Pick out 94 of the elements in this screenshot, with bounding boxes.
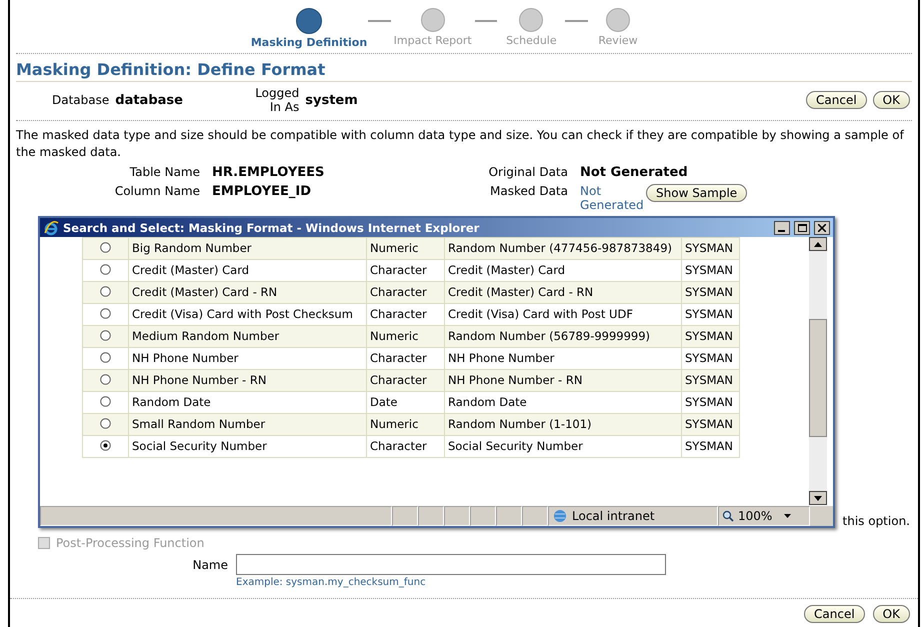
table-cell: Random Number (1-101) <box>444 414 682 436</box>
table-cell: Date <box>366 392 444 414</box>
field-label: Logged In As <box>254 86 300 114</box>
radio-button[interactable] <box>100 330 111 341</box>
table-cell: SYSMAN <box>682 392 740 414</box>
table-cell: Character <box>366 370 444 392</box>
browser-icon <box>43 220 59 236</box>
field-label: Database <box>52 93 110 107</box>
footer-button[interactable]: OK <box>872 605 910 623</box>
table-cell: Random Number (477456-987873849) <box>444 238 682 260</box>
table-cell: NH Phone Number - RN <box>444 370 682 392</box>
table-cell: SYSMAN <box>682 436 740 458</box>
zoom-icon <box>722 510 734 522</box>
table-cell: Credit (Visa) Card with Post Checksum <box>128 304 366 326</box>
scrollbar[interactable] <box>809 237 827 505</box>
status-pane <box>496 506 522 526</box>
field-value: EMPLOYEE_ID <box>212 184 312 199</box>
status-pane <box>470 506 496 526</box>
status-pane <box>444 506 470 526</box>
table-cell: Character <box>366 260 444 282</box>
table-cell: SYSMAN <box>682 370 740 392</box>
radio-button[interactable] <box>100 440 111 451</box>
step-label: Impact Report <box>394 34 472 47</box>
field-label: Original Data <box>488 165 568 179</box>
radio-button[interactable] <box>100 286 111 297</box>
table-cell: Random Date <box>444 392 682 414</box>
table-cell: Small Random Number <box>128 414 366 436</box>
maximize-icon[interactable] <box>794 220 810 234</box>
caret-icon[interactable] <box>784 514 792 518</box>
header-button[interactable]: Cancel <box>806 91 867 109</box>
table-cell: SYSMAN <box>682 304 740 326</box>
table-cell: SYSMAN <box>682 238 740 260</box>
table-cell: Numeric <box>366 238 444 260</box>
table-cell: SYSMAN <box>682 260 740 282</box>
status-pane <box>418 506 444 526</box>
table-cell: Character <box>366 304 444 326</box>
zone-label: Local intranet <box>572 509 655 523</box>
radio-button[interactable] <box>100 418 111 429</box>
table-cell: NH Phone Number - RN <box>128 370 366 392</box>
table-cell: Credit (Visa) Card with Post UDF <box>444 304 682 326</box>
step-label: Schedule <box>506 34 557 47</box>
table-cell: Medium Random Number <box>128 326 366 348</box>
table-cell: Character <box>366 436 444 458</box>
table-cell: Random Number (56789-9999999) <box>444 326 682 348</box>
table-cell: Numeric <box>366 326 444 348</box>
table-cell: Credit (Master) Card - RN <box>444 282 682 304</box>
up-arrow-icon[interactable] <box>814 242 822 246</box>
table-cell: SYSMAN <box>682 348 740 370</box>
table-cell: Numeric <box>366 414 444 436</box>
partial-text: this option. <box>842 514 910 528</box>
radio-button[interactable] <box>100 264 111 275</box>
table-cell: Social Security Number <box>128 436 366 458</box>
table-cell: Character <box>366 282 444 304</box>
table-cell: SYSMAN <box>682 326 740 348</box>
checkbox-label: Post-Processing Function <box>56 536 204 550</box>
window-title: Search and Select: Masking Format - Windows Internet Explorer <box>63 220 480 234</box>
field-label: Masked Data <box>489 184 568 198</box>
radio-button[interactable] <box>100 242 111 253</box>
header-button[interactable]: OK <box>872 91 910 109</box>
table-cell: Character <box>366 348 444 370</box>
step-label: Review <box>598 34 638 47</box>
example-hint: Example: sysman.my_checksum_func <box>236 577 427 588</box>
footer-button[interactable]: Cancel <box>804 605 865 623</box>
table-cell: Credit (Master) Card <box>444 260 682 282</box>
status-link[interactable]: Not Generated <box>580 184 640 212</box>
field-value: HR.EMPLOYEES <box>212 165 326 180</box>
field-label: Name <box>192 558 228 572</box>
table-cell: Social Security Number <box>444 436 682 458</box>
field-label: Table Name <box>128 165 200 179</box>
radio-button[interactable] <box>100 352 111 363</box>
table-cell: Big Random Number <box>128 238 366 260</box>
step-label: Masking Definition <box>250 36 368 49</box>
table-cell: Credit (Master) Card - RN <box>128 282 366 304</box>
table-cell: NH Phone Number <box>128 348 366 370</box>
radio-button[interactable] <box>100 308 111 319</box>
radio-button[interactable] <box>100 396 111 407</box>
table-cell: Random Date <box>128 392 366 414</box>
field-value: system <box>305 92 359 108</box>
table-cell: NH Phone Number <box>444 348 682 370</box>
globe-icon <box>552 509 568 523</box>
field-label: Column Name <box>114 184 200 198</box>
table-cell: SYSMAN <box>682 414 740 436</box>
page-title: Masking Definition: Define Format <box>16 60 912 82</box>
minimize-icon[interactable] <box>774 220 790 234</box>
radio-button[interactable] <box>100 374 111 385</box>
field-value: Not Generated <box>580 165 688 180</box>
field-value: database <box>115 92 184 108</box>
table-cell: Credit (Master) Card <box>128 260 366 282</box>
name-input[interactable] <box>236 554 666 575</box>
show-sample-button[interactable]: Show Sample <box>646 184 748 202</box>
table-cell: SYSMAN <box>682 282 740 304</box>
instructions-text: The masked data type and size should be compatible with column data type and size. You can check if they are compatible by showing a sample of the masked data. <box>16 127 906 161</box>
down-arrow-icon[interactable] <box>814 496 822 500</box>
close-icon[interactable] <box>814 220 830 234</box>
